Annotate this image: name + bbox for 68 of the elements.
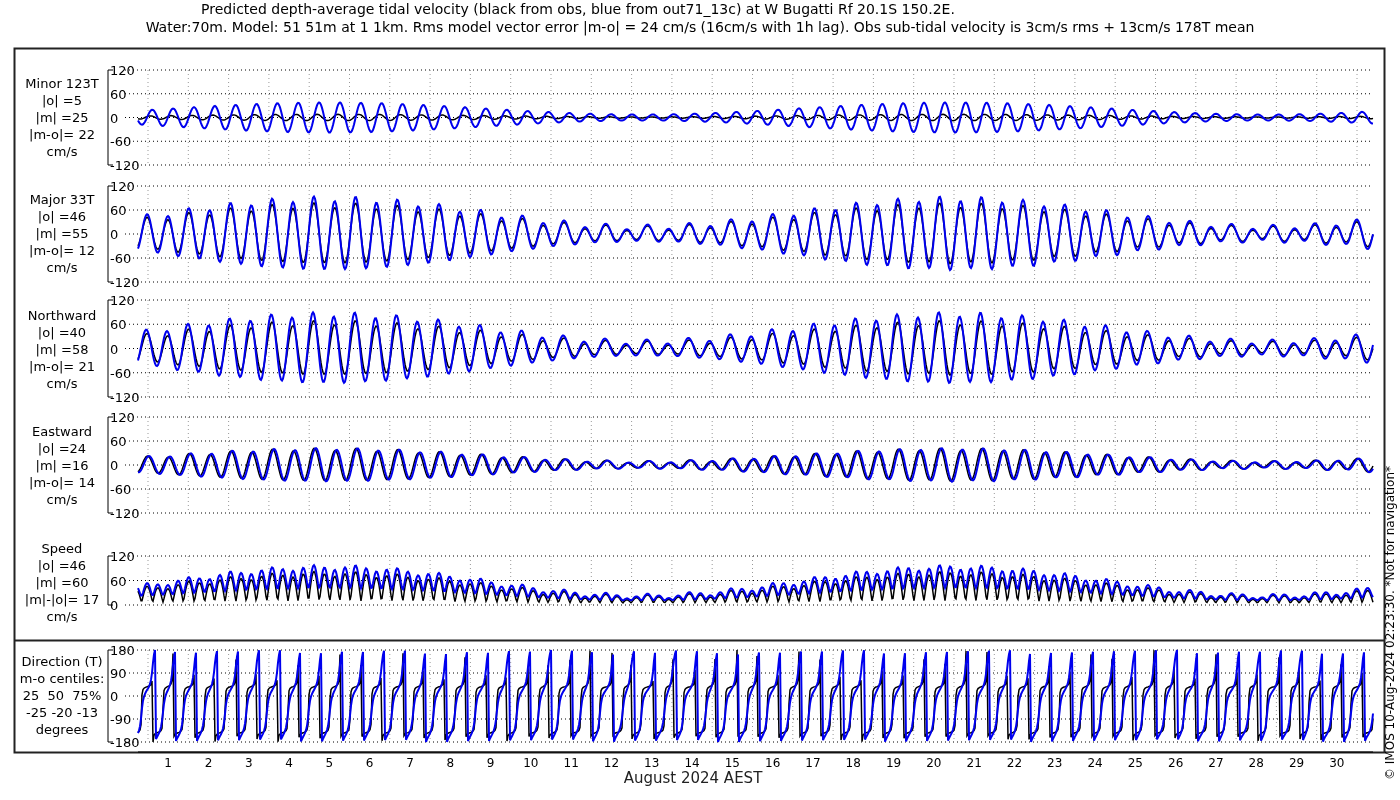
- day-label: 13: [644, 756, 660, 770]
- axis-tick-label: 60: [110, 317, 127, 333]
- day-label: 25: [1127, 756, 1143, 770]
- axis-tick-label: -60: [110, 482, 132, 497]
- axis-tick-label: 180: [110, 643, 135, 658]
- panel-label: Major 33T |o| =46 |m| =55 |m-o|= 12 cm/s: [29, 192, 95, 275]
- day-label: 27: [1208, 756, 1224, 770]
- axis-tick-label: 0: [110, 227, 119, 242]
- panel-label: Speed |o| =46 |m| =60 |m|-|o|= 17 cm/s: [24, 541, 100, 624]
- day-label: 30: [1329, 756, 1345, 770]
- day-label: 8: [446, 756, 455, 770]
- day-label: 24: [1087, 756, 1103, 770]
- axis-tick-label: 0: [110, 598, 119, 613]
- day-label: 5: [325, 756, 334, 770]
- axis-title: August 2024 AEST: [623, 769, 763, 787]
- axis-tick-label: 0: [110, 110, 119, 126]
- axis-tick-label: 0: [110, 689, 119, 704]
- day-label: 12: [603, 756, 620, 770]
- panel-label: Direction (T) m-o centiles: 25 50 75% -25 -20 -13 degrees: [19, 654, 105, 737]
- axis-tick-label: 90: [110, 666, 127, 681]
- axis-tick-label: -120: [110, 275, 140, 290]
- panel-label: Northward |o| =40 |m| =58 |m-o|= 21 cm/s: [27, 308, 97, 391]
- day-label: 14: [684, 756, 700, 770]
- axis-tick-label: -120: [110, 390, 140, 405]
- day-label: 2: [204, 756, 213, 770]
- axis-tick-label: -120: [110, 506, 140, 521]
- axis-tick-label: 0: [110, 458, 119, 473]
- chart-title: Water:70m. Model: 51 51m at 1 1km. Rms model vector error |m-o| = 24 cm/s (16cm/s with 1h lag). Obs sub-tidal velocity is 3cm/s rms + 13cm/s 178T mean: [145, 19, 1255, 35]
- day-label: 7: [406, 756, 414, 770]
- axis-tick-label: 120: [110, 293, 135, 308]
- axis-tick-label: 120: [110, 549, 135, 564]
- axis-tick-label: -180: [110, 735, 140, 750]
- day-label: 3: [244, 756, 253, 770]
- panel-label: Minor 123T |o| =5 |m| =25 |m-o|= 22 cm/s: [25, 76, 99, 159]
- axis-tick-label: -60: [110, 251, 132, 266]
- day-label: 23: [1047, 756, 1063, 770]
- axis-tick-label: 60: [110, 203, 127, 218]
- axis-tick-label: -60: [110, 134, 132, 150]
- day-label: 18: [845, 756, 861, 770]
- axis-tick-label: 0: [110, 341, 119, 357]
- axis-tick-label: -120: [110, 158, 140, 173]
- day-label: 19: [885, 756, 902, 770]
- axis-tick-label: -60: [110, 365, 132, 381]
- day-label: 28: [1248, 756, 1264, 770]
- day-label: 20: [926, 756, 942, 770]
- axis-tick-label: 60: [110, 573, 127, 589]
- axis-tick-label: 120: [110, 63, 135, 78]
- axis-tick-label: 60: [110, 86, 127, 102]
- day-label: 21: [966, 756, 982, 770]
- day-label: 6: [365, 756, 374, 770]
- day-label: 16: [765, 756, 781, 770]
- credit-text: © IMOS 10-Aug-2024 02:23:30. *Not for navigation*: [1383, 465, 1397, 780]
- axis-tick-label: 120: [110, 179, 135, 194]
- day-label: 9: [486, 756, 495, 770]
- axis-tick-label: 120: [110, 410, 135, 425]
- axis-tick-label: 60: [110, 434, 127, 449]
- chart-title: Predicted depth-average tidal velocity (black from obs, blue from out71_13c) at W Bugatti Rf 20.1S 150.2E.: [201, 1, 955, 17]
- day-label: 29: [1288, 756, 1305, 770]
- day-label: 22: [1006, 756, 1023, 770]
- panel-label: Eastward |o| =24 |m| =16 |m-o|= 14 cm/s: [29, 424, 95, 507]
- day-label: 11: [563, 756, 579, 770]
- day-label: 17: [805, 756, 821, 770]
- day-label: 1: [164, 756, 172, 770]
- day-label: 4: [285, 756, 293, 770]
- day-label: 15: [724, 756, 740, 770]
- axis-tick-label: -90: [110, 712, 132, 727]
- day-label: 10: [523, 756, 539, 770]
- day-label: 26: [1168, 756, 1184, 770]
